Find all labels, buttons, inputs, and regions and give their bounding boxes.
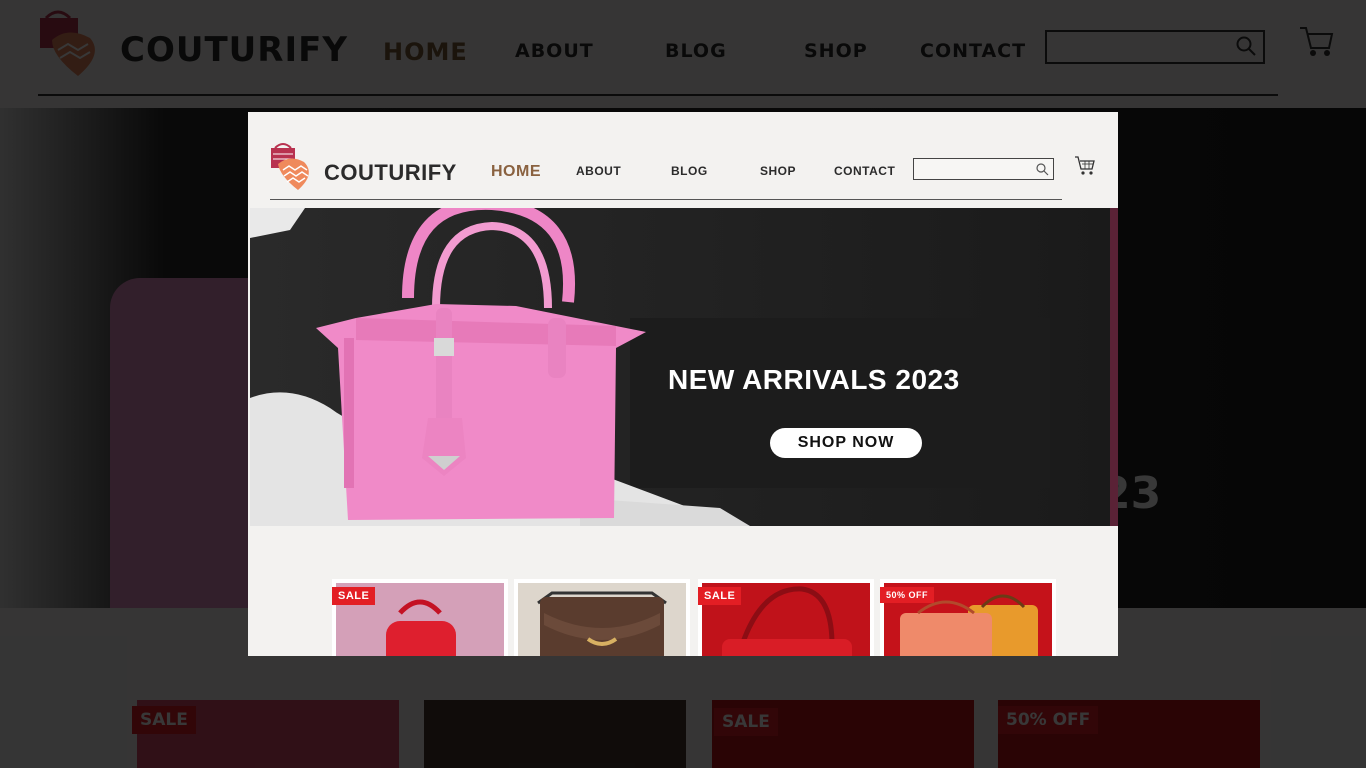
hero-handbag-image: [316, 208, 646, 520]
header-divider: [270, 199, 1062, 200]
search-icon[interactable]: [1035, 162, 1049, 176]
site-header: COUTURIFY HOME ABOUT BLOG SHOP CONTACT: [248, 112, 1118, 208]
nav-blog[interactable]: BLOG: [671, 164, 708, 178]
brand-logo-icon[interactable]: [270, 140, 316, 192]
hero-title: NEW ARRIVALS 2023: [668, 364, 960, 395]
cart-icon[interactable]: [1074, 154, 1096, 176]
site-preview-modal: COUTURIFY HOME ABOUT BLOG SHOP CONTACT N…: [248, 112, 1118, 656]
product-card[interactable]: SALE: [698, 579, 874, 656]
search-box: [913, 158, 1054, 180]
products-section: SALE SALE 50% OFF: [248, 526, 1118, 656]
nav-about[interactable]: ABOUT: [576, 164, 621, 178]
handbag-icon: [537, 591, 667, 656]
search-input[interactable]: [916, 160, 1032, 178]
shop-now-button[interactable]: SHOP NOW: [770, 428, 922, 458]
product-image[interactable]: [518, 583, 686, 656]
nav-contact[interactable]: CONTACT: [834, 164, 895, 178]
hero-banner: NEW ARRIVALS 2023 SHOP NOW: [250, 208, 1118, 526]
nav-home[interactable]: HOME: [491, 163, 541, 181]
product-card[interactable]: 50% OFF: [880, 579, 1056, 656]
nav-shop[interactable]: SHOP: [760, 164, 796, 178]
sale-badge: SALE: [698, 587, 742, 605]
product-card[interactable]: [514, 579, 690, 656]
product-card[interactable]: SALE: [332, 579, 508, 656]
brand-name[interactable]: COUTURIFY: [324, 160, 457, 186]
sale-badge: SALE: [332, 587, 376, 605]
discount-badge: 50% OFF: [880, 587, 935, 603]
